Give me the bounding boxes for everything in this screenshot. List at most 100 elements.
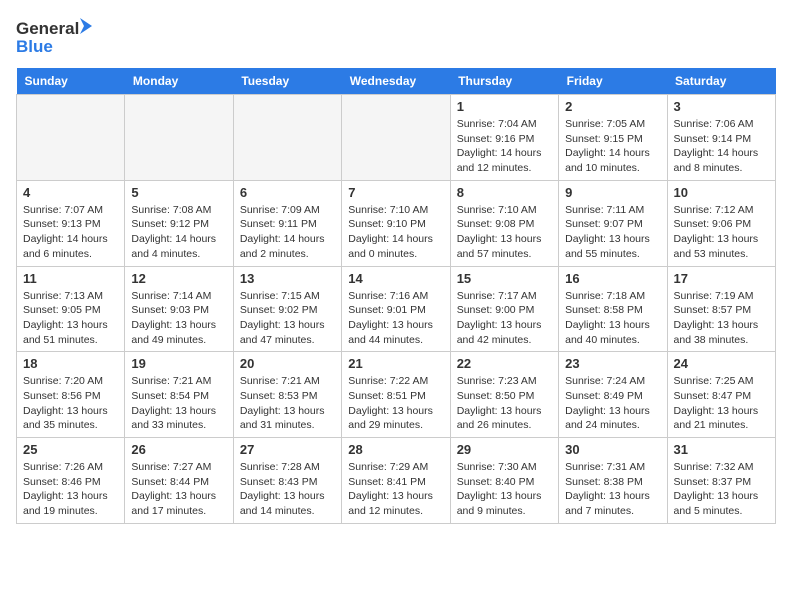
day-number: 3 bbox=[674, 99, 769, 114]
calendar-cell: 29 Sunrise: 7:30 AMSunset: 8:40 PMDayligh… bbox=[450, 438, 558, 524]
day-info: Sunrise: 7:16 AMSunset: 9:01 PMDaylight:… bbox=[348, 289, 443, 348]
calendar-cell: 12 Sunrise: 7:14 AMSunset: 9:03 PMDayligh… bbox=[125, 266, 233, 352]
calendar-table: SundayMondayTuesdayWednesdayThursdayFrid… bbox=[16, 68, 776, 524]
day-number: 25 bbox=[23, 442, 118, 457]
day-info: Sunrise: 7:22 AMSunset: 8:51 PMDaylight:… bbox=[348, 374, 443, 433]
day-number: 28 bbox=[348, 442, 443, 457]
calendar-cell: 17 Sunrise: 7:19 AMSunset: 8:57 PMDayligh… bbox=[667, 266, 775, 352]
day-info: Sunrise: 7:31 AMSunset: 8:38 PMDaylight:… bbox=[565, 460, 660, 519]
day-info: Sunrise: 7:32 AMSunset: 8:37 PMDaylight:… bbox=[674, 460, 769, 519]
day-info: Sunrise: 7:10 AMSunset: 9:08 PMDaylight:… bbox=[457, 203, 552, 262]
day-info: Sunrise: 7:19 AMSunset: 8:57 PMDaylight:… bbox=[674, 289, 769, 348]
day-number: 19 bbox=[131, 356, 226, 371]
day-number: 12 bbox=[131, 271, 226, 286]
day-info: Sunrise: 7:10 AMSunset: 9:10 PMDaylight:… bbox=[348, 203, 443, 262]
day-number: 2 bbox=[565, 99, 660, 114]
calendar-week-5: 25 Sunrise: 7:26 AMSunset: 8:46 PMDayligh… bbox=[17, 438, 776, 524]
day-number: 31 bbox=[674, 442, 769, 457]
day-info: Sunrise: 7:05 AMSunset: 9:15 PMDaylight:… bbox=[565, 117, 660, 176]
day-info: Sunrise: 7:08 AMSunset: 9:12 PMDaylight:… bbox=[131, 203, 226, 262]
calendar-cell bbox=[17, 95, 125, 181]
calendar-cell: 30Sunrise: 7:31 AMSunset: 8:38 PMDayligh… bbox=[559, 438, 667, 524]
day-number: 4 bbox=[23, 185, 118, 200]
weekday-header-monday: Monday bbox=[125, 68, 233, 95]
day-info: Sunrise: 7:24 AMSunset: 8:49 PMDaylight:… bbox=[565, 374, 660, 433]
day-number: 13 bbox=[240, 271, 335, 286]
calendar-week-3: 11 Sunrise: 7:13 AMSunset: 9:05 PMDayligh… bbox=[17, 266, 776, 352]
day-info: Sunrise: 7:14 AMSunset: 9:03 PMDaylight:… bbox=[131, 289, 226, 348]
day-info: Sunrise: 7:13 AMSunset: 9:05 PMDaylight:… bbox=[23, 289, 118, 348]
day-info: Sunrise: 7:15 AMSunset: 9:02 PMDaylight:… bbox=[240, 289, 335, 348]
day-info: Sunrise: 7:28 AMSunset: 8:43 PMDaylight:… bbox=[240, 460, 335, 519]
weekday-header-row: SundayMondayTuesdayWednesdayThursdayFrid… bbox=[17, 68, 776, 95]
weekday-header-thursday: Thursday bbox=[450, 68, 558, 95]
calendar-week-2: 4 Sunrise: 7:07 AMSunset: 9:13 PMDaylight… bbox=[17, 180, 776, 266]
day-number: 1 bbox=[457, 99, 552, 114]
calendar-cell: 24 Sunrise: 7:25 AMSunset: 8:47 PMDayligh… bbox=[667, 352, 775, 438]
calendar-week-1: 1 Sunrise: 7:04 AMSunset: 9:16 PMDaylight… bbox=[17, 95, 776, 181]
day-number: 5 bbox=[131, 185, 226, 200]
day-number: 6 bbox=[240, 185, 335, 200]
calendar-cell: 6 Sunrise: 7:09 AMSunset: 9:11 PMDaylight… bbox=[233, 180, 341, 266]
calendar-cell: 15 Sunrise: 7:17 AMSunset: 9:00 PMDayligh… bbox=[450, 266, 558, 352]
calendar-cell: 26Sunrise: 7:27 AMSunset: 8:44 PMDayligh… bbox=[125, 438, 233, 524]
calendar-cell: 3Sunrise: 7:06 AMSunset: 9:14 PMDaylight… bbox=[667, 95, 775, 181]
calendar-cell: 10Sunrise: 7:12 AMSunset: 9:06 PMDayligh… bbox=[667, 180, 775, 266]
calendar-cell: 22Sunrise: 7:23 AMSunset: 8:50 PMDayligh… bbox=[450, 352, 558, 438]
day-info: Sunrise: 7:09 AMSunset: 9:11 PMDaylight:… bbox=[240, 203, 335, 262]
calendar-cell: 5 Sunrise: 7:08 AMSunset: 9:12 PMDaylight… bbox=[125, 180, 233, 266]
weekday-header-sunday: Sunday bbox=[17, 68, 125, 95]
day-number: 16 bbox=[565, 271, 660, 286]
day-number: 29 bbox=[457, 442, 552, 457]
calendar-cell: 14 Sunrise: 7:16 AMSunset: 9:01 PMDayligh… bbox=[342, 266, 450, 352]
svg-text:General: General bbox=[16, 19, 79, 38]
calendar-cell: 18 Sunrise: 7:20 AMSunset: 8:56 PMDayligh… bbox=[17, 352, 125, 438]
calendar-cell: 16Sunrise: 7:18 AMSunset: 8:58 PMDayligh… bbox=[559, 266, 667, 352]
calendar-cell: 1 Sunrise: 7:04 AMSunset: 9:16 PMDaylight… bbox=[450, 95, 558, 181]
calendar-cell: 8 Sunrise: 7:10 AMSunset: 9:08 PMDaylight… bbox=[450, 180, 558, 266]
day-number: 18 bbox=[23, 356, 118, 371]
calendar-cell: 31 Sunrise: 7:32 AMSunset: 8:37 PMDayligh… bbox=[667, 438, 775, 524]
day-number: 14 bbox=[348, 271, 443, 286]
day-number: 15 bbox=[457, 271, 552, 286]
page-header: GeneralBlue bbox=[16, 16, 776, 56]
day-number: 27 bbox=[240, 442, 335, 457]
day-info: Sunrise: 7:04 AMSunset: 9:16 PMDaylight:… bbox=[457, 117, 552, 176]
day-number: 22 bbox=[457, 356, 552, 371]
weekday-header-tuesday: Tuesday bbox=[233, 68, 341, 95]
day-number: 9 bbox=[565, 185, 660, 200]
day-info: Sunrise: 7:26 AMSunset: 8:46 PMDaylight:… bbox=[23, 460, 118, 519]
day-info: Sunrise: 7:21 AMSunset: 8:53 PMDaylight:… bbox=[240, 374, 335, 433]
weekday-header-saturday: Saturday bbox=[667, 68, 775, 95]
day-number: 17 bbox=[674, 271, 769, 286]
day-info: Sunrise: 7:25 AMSunset: 8:47 PMDaylight:… bbox=[674, 374, 769, 433]
day-info: Sunrise: 7:21 AMSunset: 8:54 PMDaylight:… bbox=[131, 374, 226, 433]
logo: GeneralBlue bbox=[16, 16, 96, 56]
day-number: 7 bbox=[348, 185, 443, 200]
calendar-cell: 11 Sunrise: 7:13 AMSunset: 9:05 PMDayligh… bbox=[17, 266, 125, 352]
calendar-cell: 25 Sunrise: 7:26 AMSunset: 8:46 PMDayligh… bbox=[17, 438, 125, 524]
calendar-cell bbox=[233, 95, 341, 181]
calendar-cell: 19 Sunrise: 7:21 AMSunset: 8:54 PMDayligh… bbox=[125, 352, 233, 438]
logo-svg: GeneralBlue bbox=[16, 16, 96, 56]
weekday-header-friday: Friday bbox=[559, 68, 667, 95]
calendar-cell: 20Sunrise: 7:21 AMSunset: 8:53 PMDayligh… bbox=[233, 352, 341, 438]
day-number: 8 bbox=[457, 185, 552, 200]
calendar-cell bbox=[342, 95, 450, 181]
day-number: 23 bbox=[565, 356, 660, 371]
day-number: 11 bbox=[23, 271, 118, 286]
calendar-cell: 4 Sunrise: 7:07 AMSunset: 9:13 PMDaylight… bbox=[17, 180, 125, 266]
day-info: Sunrise: 7:20 AMSunset: 8:56 PMDaylight:… bbox=[23, 374, 118, 433]
svg-text:Blue: Blue bbox=[16, 37, 53, 56]
day-info: Sunrise: 7:30 AMSunset: 8:40 PMDaylight:… bbox=[457, 460, 552, 519]
calendar-cell: 27 Sunrise: 7:28 AMSunset: 8:43 PMDayligh… bbox=[233, 438, 341, 524]
day-info: Sunrise: 7:11 AMSunset: 9:07 PMDaylight:… bbox=[565, 203, 660, 262]
calendar-cell bbox=[125, 95, 233, 181]
day-info: Sunrise: 7:17 AMSunset: 9:00 PMDaylight:… bbox=[457, 289, 552, 348]
day-info: Sunrise: 7:07 AMSunset: 9:13 PMDaylight:… bbox=[23, 203, 118, 262]
calendar-cell: 28Sunrise: 7:29 AMSunset: 8:41 PMDayligh… bbox=[342, 438, 450, 524]
day-number: 26 bbox=[131, 442, 226, 457]
calendar-cell: 2 Sunrise: 7:05 AMSunset: 9:15 PMDaylight… bbox=[559, 95, 667, 181]
calendar-cell: 13 Sunrise: 7:15 AMSunset: 9:02 PMDayligh… bbox=[233, 266, 341, 352]
day-number: 24 bbox=[674, 356, 769, 371]
